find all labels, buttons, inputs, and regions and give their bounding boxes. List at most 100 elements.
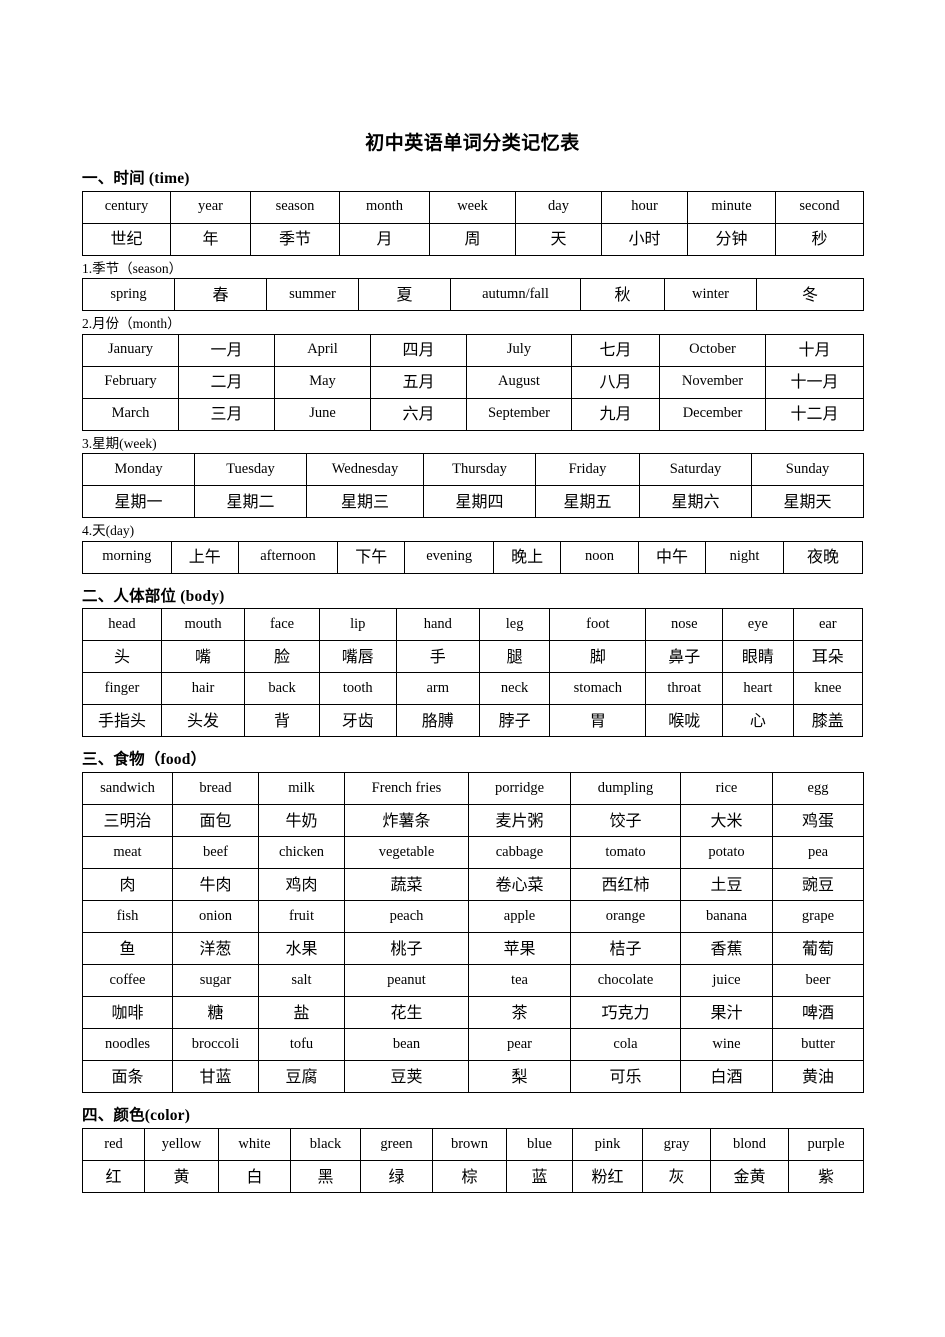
word-cell-english: February [82,365,179,399]
table-row: 肉牛肉 鸡肉 蔬菜 卷心菜 西红柿 土豆 豌豆 [82,868,864,902]
word-cell-english: pea [772,836,864,870]
word-cell-chinese: 梨 [468,1060,571,1094]
word-cell-english: bread [172,772,259,806]
word-cell-english: coffee [82,964,173,998]
word-cell-english: meat [82,836,173,870]
word-cell-english: blue [506,1128,573,1162]
table-row: coffee sugar salt peanut tea chocolate juice be… [82,964,864,998]
word-cell-english: Sunday [751,453,864,487]
table-row: February 二月 May 五月 August 八月 November 十一月 [82,365,864,399]
word-cell-chinese: 分钟 [687,222,776,256]
word-table-month: January 一月 April 四月 July 七月 October 十月 February 二… [82,333,864,431]
word-cell-english: autumn/fall [450,278,581,312]
table-row: 星期一 星期二 星期三 星期四 星期五 星期六 星期天 [82,485,864,519]
word-cell-english: arm [395,672,480,706]
word-cell-chinese: 果汁 [680,996,773,1030]
word-cell-chinese: 豆荚 [344,1060,469,1094]
word-cell-chinese: 嘴 [160,640,246,674]
word-cell-english: October [659,333,766,367]
word-cell-english: pear [468,1028,571,1062]
word-cell-english: tomato [570,836,681,870]
word-cell-english: winter [664,278,757,312]
section-body: 二、人体部位 (body) head mouth face lip hand leg foot… [82,588,864,738]
word-cell-chinese: 星期一 [82,485,195,519]
word-cell-chinese: 黄 [144,1160,219,1194]
word-cell-english: finger [82,672,162,706]
word-cell-english: red [82,1128,145,1162]
table-row: 三明治 面包 牛奶 炸薯条 麦片粥 饺子 大米 鸡蛋 [82,804,864,838]
word-cell-chinese: 蔬菜 [344,868,469,902]
word-cell-english: gray [642,1128,711,1162]
word-cell-english: banana [680,900,773,934]
word-cell-chinese: 中午 [637,540,707,574]
word-cell-english: egg [772,772,864,806]
word-cell-chinese: 心 [722,704,794,738]
word-cell-chinese: 土豆 [680,868,773,902]
table-row: head mouth face lip hand leg foot nose eye ear [82,608,864,642]
word-cell-chinese: 天 [515,222,602,256]
word-cell-chinese: 鸡肉 [258,868,345,902]
word-cell-english: afternoon [237,540,339,574]
word-cell-chinese: 十一月 [765,365,864,399]
word-cell-english: hand [395,608,480,642]
word-table-week: Monday Tuesday Wednesday Thursday Friday Satu… [82,453,864,519]
word-cell-chinese: 棕 [432,1160,507,1194]
word-cell-chinese: 麦片粥 [468,804,571,838]
word-cell-english: pink [572,1128,643,1162]
word-cell-chinese: 季节 [250,222,340,256]
word-cell-chinese: 六月 [370,397,467,431]
word-cell-chinese: 夜晚 [782,540,864,574]
word-table-time-main: century year season month week day hour minute s… [82,190,864,256]
table-row: 咖啡糖盐花生茶巧克力 果汁 啤酒 [82,996,864,1030]
word-cell-chinese: 嘴唇 [318,640,397,674]
subsection-heading: 3.星期(week) [82,435,157,451]
word-cell-chinese: 蓝 [506,1160,573,1194]
word-cell-chinese: 脸 [244,640,320,674]
word-cell-chinese: 灰 [642,1160,711,1194]
word-cell-english: grape [772,900,864,934]
word-cell-english: September [466,397,572,431]
word-cell-english: minute [687,190,776,224]
word-cell-chinese: 星期四 [423,485,536,519]
word-cell-chinese: 眼睛 [722,640,794,674]
word-cell-chinese: 肉 [82,868,173,902]
word-cell-english: Saturday [639,453,752,487]
word-cell-english: milk [258,772,345,806]
word-cell-english: beer [772,964,864,998]
word-cell-english: noon [560,540,639,574]
word-cell-chinese: 脖子 [478,704,551,738]
word-cell-english: lip [318,608,397,642]
word-cell-english: face [244,608,320,642]
table-row: spring 春 summer 夏 autumn/fall 秋 winter 冬 [82,278,864,312]
word-cell-english: peach [344,900,469,934]
word-cell-chinese: 甘蓝 [172,1060,259,1094]
word-cell-chinese: 粉红 [572,1160,643,1194]
word-cell-english: season [250,190,340,224]
word-cell-chinese: 红 [82,1160,145,1194]
table-row: March 三月 June 六月 September 九月 December 十二月 [82,397,864,431]
word-cell-chinese: 耳朵 [792,640,864,674]
word-cell-english: summer [266,278,359,312]
word-cell-chinese: 葡萄 [772,932,864,966]
word-cell-english: fruit [258,900,345,934]
page-content: 初中英语单词分类记忆表 一、时间 (time) century year season… [82,133,864,1194]
word-cell-chinese: 下午 [337,540,406,574]
section-time: 一、时间 (time) century year season month week day… [82,170,864,574]
word-cell-english: leg [478,608,551,642]
word-cell-english: broccoli [172,1028,259,1062]
word-cell-english: morning [82,540,172,574]
section-heading: 三、食物（food） [82,751,207,769]
word-cell-english: June [274,397,371,431]
word-cell-english: night [705,540,784,574]
word-cell-chinese: 卷心菜 [468,868,571,902]
word-cell-english: spring [82,278,175,312]
word-cell-english: tea [468,964,571,998]
word-cell-chinese: 秋 [580,278,665,312]
word-cell-english: bean [344,1028,469,1062]
word-cell-english: century [82,190,171,224]
word-cell-english: second [775,190,864,224]
word-cell-chinese: 星期天 [751,485,864,519]
word-cell-english: blond [710,1128,789,1162]
word-cell-english: Thursday [423,453,536,487]
word-cell-chinese: 花生 [344,996,469,1030]
